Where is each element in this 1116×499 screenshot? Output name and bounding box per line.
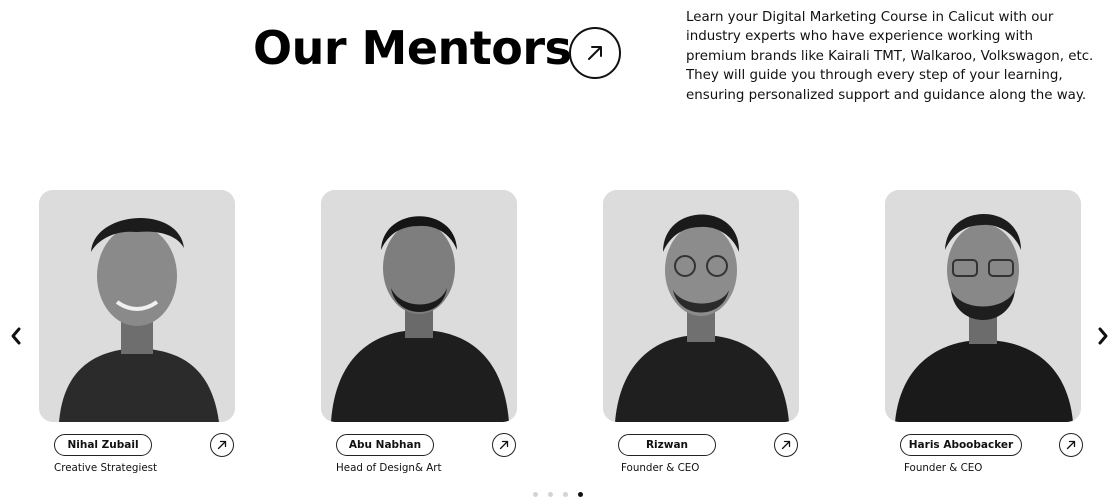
mentor-card[interactable]: Rizwan Founder & CEO bbox=[603, 190, 803, 480]
arrow-up-right-icon bbox=[499, 440, 509, 450]
mentor-photo bbox=[885, 190, 1081, 422]
mentor-name: Nihal Zubail bbox=[54, 434, 152, 456]
mentor-role: Creative Strategiest bbox=[54, 462, 158, 474]
section-title: Our Mentors bbox=[253, 21, 572, 75]
pagination-dot[interactable] bbox=[533, 492, 538, 497]
mentor-name: Haris Aboobacker bbox=[900, 434, 1022, 456]
mentor-name: Abu Nabhan bbox=[336, 434, 434, 456]
mentor-photo bbox=[321, 190, 517, 422]
mentor-role: Founder & CEO bbox=[904, 462, 983, 474]
chevron-left-icon bbox=[11, 327, 21, 345]
arrow-up-right-icon bbox=[588, 46, 602, 60]
arrow-up-right-icon bbox=[781, 440, 791, 450]
mentor-card[interactable]: Haris Aboobacker Founder & CEO bbox=[885, 190, 1085, 480]
carousel-next-button[interactable] bbox=[1093, 318, 1113, 354]
pagination-dot-active[interactable] bbox=[578, 492, 583, 497]
section-header: Our Mentors bbox=[253, 18, 572, 78]
title-arrow-button[interactable] bbox=[569, 27, 621, 79]
arrow-up-right-icon bbox=[1066, 440, 1076, 450]
section-intro: Learn your Digital Marketing Course in C… bbox=[686, 10, 1094, 103]
mentor-link-button[interactable] bbox=[492, 433, 516, 457]
mentor-card[interactable]: Abu Nabhan Head of Design& Art bbox=[321, 190, 521, 480]
mentor-card[interactable]: Nihal Zubail Creative Strategiest bbox=[39, 190, 239, 480]
carousel-pagination bbox=[533, 492, 583, 497]
pagination-dot[interactable] bbox=[563, 492, 568, 497]
carousel-prev-button[interactable] bbox=[6, 318, 26, 354]
mentor-link-button[interactable] bbox=[1059, 433, 1083, 457]
chevron-right-icon bbox=[1098, 327, 1108, 345]
mentor-role: Founder & CEO bbox=[621, 462, 700, 474]
arrow-up-right-icon bbox=[217, 440, 227, 450]
mentor-link-button[interactable] bbox=[210, 433, 234, 457]
mentor-photo bbox=[603, 190, 799, 422]
mentor-photo bbox=[39, 190, 235, 422]
mentor-role: Head of Design& Art bbox=[336, 462, 442, 474]
mentor-name: Rizwan bbox=[618, 434, 716, 456]
pagination-dot[interactable] bbox=[548, 492, 553, 497]
mentor-link-button[interactable] bbox=[774, 433, 798, 457]
